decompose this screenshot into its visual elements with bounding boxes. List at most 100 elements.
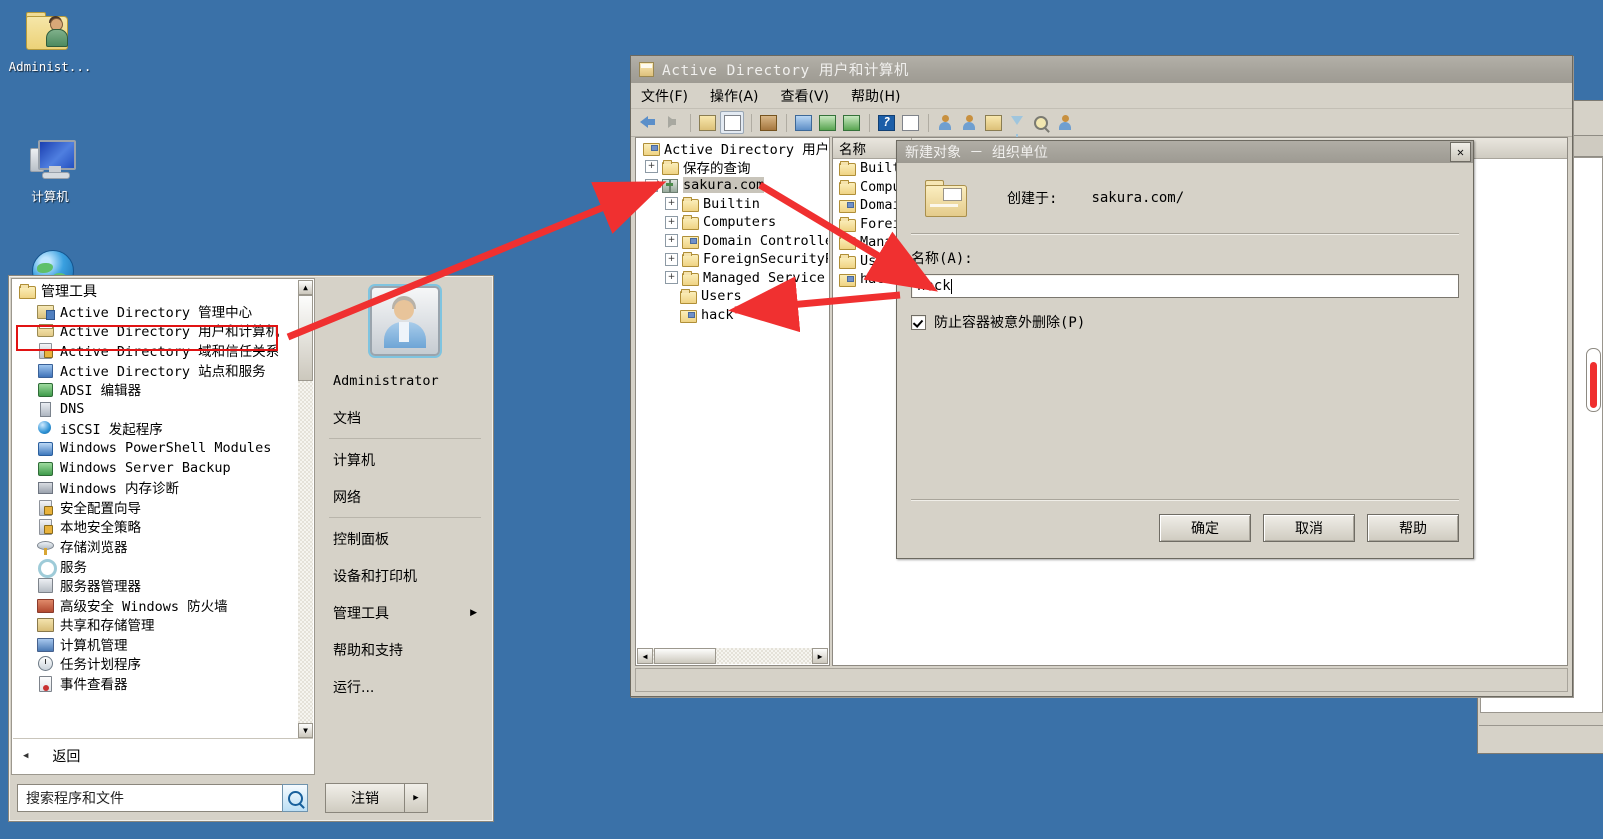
sidebar-item-firewall[interactable]: 高级安全 Windows 防火墙 <box>13 595 298 615</box>
expander-icon[interactable]: + <box>665 252 678 266</box>
sidebar-item-local-security-policy[interactable]: 本地安全策略 <box>13 517 298 536</box>
tree-node-saved-queries[interactable]: + 保存的查询 <box>637 158 828 177</box>
show-tree-icon[interactable] <box>720 111 744 134</box>
sidebar-item-adsi-edit[interactable]: ADSI 编辑器 <box>13 379 298 399</box>
saved-query-icon[interactable] <box>1054 112 1076 133</box>
menu-view[interactable]: 查看(V) <box>781 86 830 106</box>
new-object-ou-dialog[interactable]: 新建对象 － 组织单位 ✕ 创建于: sakura.com/ 名称(A): ha… <box>896 140 1474 559</box>
scrollbar-thumb[interactable] <box>298 295 313 381</box>
sidebar-item-task-scheduler[interactable]: 任务计划程序 <box>13 654 298 673</box>
aduc-menubar[interactable]: 文件(F) 操作(A) 查看(V) 帮助(H) <box>631 83 1572 109</box>
aduc-tree-pane[interactable]: Active Directory 用户: + 保存的查询 − sakura.co… <box>635 137 830 666</box>
start-menu-item-devices-printers[interactable]: 设备和打印机 <box>319 557 491 594</box>
sidebar-item-powershell-modules[interactable]: Windows PowerShell Modules <box>13 438 298 458</box>
logoff-options-arrow[interactable]: ▶ <box>405 783 428 813</box>
start-menu-programs-pane[interactable]: 管理工具 Active Directory 管理中心 Active Direct… <box>11 278 315 775</box>
sidebar-item-security-wizard[interactable]: 安全配置向导 <box>13 497 298 517</box>
properties-icon[interactable] <box>757 112 779 133</box>
sidebar-item-ad-sites-services[interactable]: Active Directory 站点和服务 <box>13 360 298 380</box>
dialog-titlebar[interactable]: 新建对象 － 组织单位 ✕ <box>897 141 1473 163</box>
find-icon[interactable] <box>1030 112 1052 133</box>
start-menu-item-help-support[interactable]: 帮助和支持 <box>319 631 491 668</box>
expander-icon[interactable]: + <box>665 271 678 285</box>
sidebar-item-services[interactable]: 服务 <box>13 556 298 578</box>
scrollbar-thumb[interactable] <box>654 648 716 664</box>
expander-icon[interactable]: + <box>645 160 658 174</box>
start-menu[interactable]: 管理工具 Active Directory 管理中心 Active Direct… <box>8 275 494 822</box>
sidebar-item-dns[interactable]: DNS <box>13 399 298 419</box>
menu-action[interactable]: 操作(A) <box>710 86 759 106</box>
logoff-button[interactable]: 注销 <box>325 783 405 813</box>
scrollbar-thumb[interactable] <box>1590 362 1597 408</box>
expander-icon[interactable]: + <box>665 215 678 229</box>
avatar[interactable] <box>370 286 440 356</box>
tree-node-domain-controllers[interactable]: + Domain Controller <box>637 232 828 251</box>
tree-node-users[interactable]: Users <box>637 287 828 306</box>
expander-icon[interactable]: + <box>665 234 678 248</box>
ok-button[interactable]: 确定 <box>1159 514 1251 542</box>
aduc-titlebar[interactable]: Active Directory 用户和计算机 <box>631 56 1572 83</box>
scroll-left-button[interactable]: ◀ <box>637 648 653 664</box>
new-ou-icon[interactable] <box>982 112 1004 133</box>
export-list-icon[interactable] <box>840 112 862 133</box>
search-input[interactable]: 搜索程序和文件 <box>17 784 308 812</box>
sidebar-item-computer-management[interactable]: 计算机管理 <box>13 634 298 654</box>
filter-icon[interactable] <box>1006 112 1028 139</box>
new-user-icon[interactable] <box>934 112 956 133</box>
expander-icon[interactable]: + <box>665 197 678 211</box>
tree-node-hack[interactable]: hack <box>637 306 828 325</box>
cancel-button[interactable]: 取消 <box>1263 514 1355 542</box>
menu-file[interactable]: 文件(F) <box>641 86 688 106</box>
scroll-down-button[interactable]: ▼ <box>298 723 313 738</box>
start-menu-item-documents[interactable]: 文档 <box>319 399 491 436</box>
desktop-icon-computer[interactable]: 计算机 <box>2 136 98 204</box>
start-menu-username[interactable]: Administrator <box>319 362 491 399</box>
sidebar-item-memory-diagnostic[interactable]: Windows 内存诊断 <box>13 477 298 497</box>
help-button[interactable]: 帮助 <box>1367 514 1459 542</box>
logoff-control[interactable]: 注销 ▶ <box>325 783 428 813</box>
back-arrow-icon[interactable] <box>637 112 659 133</box>
tree-node-sakura-com[interactable]: − sakura.com <box>637 176 828 195</box>
start-menu-right-pane[interactable]: Administrator 文档 计算机 网络 控制面板 设备和打印机 管理工具… <box>319 278 491 775</box>
protect-checkbox-row[interactable]: 防止容器被意外删除(P) <box>911 312 1459 332</box>
sidebar-item-event-viewer[interactable]: 事件查看器 <box>13 673 298 693</box>
sidebar-item-iscsi[interactable]: iSCSI 发起程序 <box>13 419 298 438</box>
start-menu-item-network[interactable]: 网络 <box>319 478 491 515</box>
tree-horizontal-scrollbar[interactable]: ◀ ▶ <box>637 648 828 664</box>
console-view-icon[interactable] <box>899 112 921 133</box>
list-view-icon[interactable] <box>792 112 814 133</box>
help-icon[interactable] <box>875 112 897 133</box>
scroll-right-button[interactable]: ▶ <box>812 648 828 664</box>
start-menu-scrollbar[interactable]: ▲ ▼ <box>298 280 313 738</box>
new-group-icon[interactable] <box>958 112 980 133</box>
search-icon[interactable] <box>282 784 308 812</box>
background-window-scrollbar[interactable] <box>1586 348 1601 412</box>
menu-help[interactable]: 帮助(H) <box>851 86 900 106</box>
up-folder-icon[interactable] <box>696 112 718 133</box>
tree-node-foreign-security-principals[interactable]: + ForeignSecurityP: <box>637 250 828 269</box>
sidebar-item-server-backup[interactable]: Windows Server Backup <box>13 458 298 478</box>
start-menu-item-run[interactable]: 运行... <box>319 668 491 705</box>
close-icon[interactable]: ✕ <box>1450 142 1471 162</box>
sidebar-item-share-storage[interactable]: 共享和存储管理 <box>13 615 298 634</box>
name-field[interactable]: hack <box>911 274 1459 298</box>
tree-node-builtin[interactable]: + Builtin <box>637 195 828 214</box>
desktop-icon-administrator[interactable]: Administ... <box>2 6 98 74</box>
scroll-up-button[interactable]: ▲ <box>298 280 313 295</box>
aduc-toolbar[interactable] <box>631 109 1572 139</box>
refresh-icon[interactable] <box>816 112 838 133</box>
tree-node-managed-service-accounts[interactable]: + Managed Service <box>637 269 828 288</box>
aduc-tree[interactable]: Active Directory 用户: + 保存的查询 − sakura.co… <box>637 139 828 648</box>
collapse-icon[interactable]: − <box>645 178 658 192</box>
forward-arrow-icon[interactable] <box>661 112 683 133</box>
sidebar-item-server-manager[interactable]: 服务器管理器 <box>13 575 298 595</box>
start-menu-item-admin-tools[interactable]: 管理工具 ▶ <box>319 594 491 631</box>
start-menu-group-header[interactable]: 管理工具 <box>13 280 298 301</box>
sidebar-item-storage-explorer[interactable]: 存储浏览器 <box>13 536 298 556</box>
tree-node-computers[interactable]: + Computers <box>637 213 828 232</box>
tree-node-console-root[interactable]: Active Directory 用户: <box>637 139 828 158</box>
start-menu-item-computer[interactable]: 计算机 <box>319 441 491 478</box>
start-menu-item-control-panel[interactable]: 控制面板 <box>319 520 491 557</box>
protect-checkbox[interactable] <box>911 314 926 330</box>
sidebar-item-ad-admin-center[interactable]: Active Directory 管理中心 <box>13 301 298 321</box>
